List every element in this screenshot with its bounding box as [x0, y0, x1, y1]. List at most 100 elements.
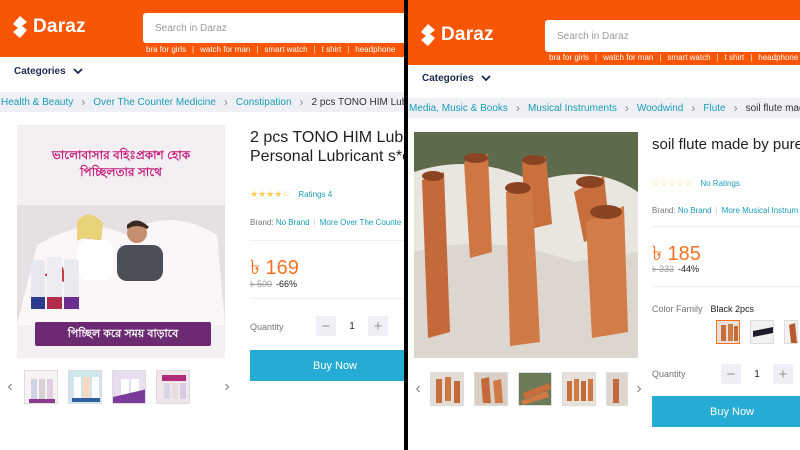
quantity-stepper: − 1 + [721, 364, 793, 384]
daraz-logo-icon [13, 16, 27, 38]
site-header: Daraz Search in Daraz bra for girls | wat… [408, 0, 800, 65]
product-main-image[interactable]: ভালোবাসার বহিঃপ্রকাশ হোক পিচ্ছিলতার সাথে… [17, 125, 225, 358]
divider: | [659, 53, 662, 62]
suggestion-link[interactable]: smart watch [261, 45, 310, 54]
divider: | [595, 53, 598, 62]
thumbnail-image [431, 373, 463, 405]
more-from-category-link[interactable]: More Musical Instrum [722, 206, 798, 215]
thumbnail-image [69, 371, 101, 403]
thumbnail-image [563, 373, 595, 405]
divider: | [313, 218, 316, 227]
daraz-logo[interactable]: Daraz [12, 16, 86, 38]
quantity-label: Quantity [652, 369, 686, 379]
search-input[interactable]: Search in Daraz [545, 20, 800, 52]
thumbnail[interactable] [24, 370, 58, 404]
product-title: 2 pcs TONO HIM Lubri Personal Lubricant … [250, 128, 404, 166]
brand-row: Brand: No Brand | More Over The Counte [250, 218, 401, 227]
decrease-quantity-button[interactable]: − [316, 316, 336, 336]
original-price-row: ৳ 333 -44% [652, 262, 699, 277]
breadcrumb-link[interactable]: Woodwind [637, 103, 684, 114]
thumbnail[interactable] [68, 370, 102, 404]
breadcrumb-link[interactable]: Flute [703, 103, 725, 114]
product-main-image[interactable] [414, 132, 638, 358]
arrow-right-icon[interactable]: › [633, 380, 645, 398]
thumbnail-image [475, 373, 507, 405]
suggestion-link[interactable]: headphone [755, 53, 800, 62]
brand-link[interactable]: No Brand [678, 206, 712, 215]
increase-quantity-button[interactable]: + [368, 316, 388, 336]
breadcrumb-link[interactable]: Health & Beauty [1, 97, 73, 108]
daraz-logo[interactable]: Daraz [420, 24, 494, 46]
thumbnail-strip: ‹ › [4, 370, 233, 404]
divider: | [192, 45, 195, 54]
suggestion-link[interactable]: watch for man [197, 45, 253, 54]
categories-menu[interactable]: Categories [14, 66, 83, 77]
suggestion-link[interactable]: t shirt [319, 45, 345, 54]
product-photo-illustration [414, 132, 638, 358]
buy-now-button[interactable]: Buy Now [652, 396, 800, 427]
search-placeholder: Search in Daraz [557, 30, 629, 42]
suggestion-link[interactable]: t shirt [722, 53, 748, 62]
title-line: 2 pcs TONO HIM Lubri [250, 129, 404, 146]
logo-text: Daraz [441, 24, 494, 45]
search-suggestions: bra for girls | watch for man | smart watc… [546, 53, 800, 62]
thumbnail[interactable] [430, 372, 464, 406]
color-family-label: Color Family [652, 304, 703, 314]
suggestion-link[interactable]: headphone [352, 45, 398, 54]
star-rating-icon: ★★★★☆ [250, 189, 291, 199]
thumbnail-image [25, 371, 57, 403]
arrow-left-icon[interactable]: ‹ [4, 378, 16, 396]
suggestion-link[interactable]: watch for man [600, 53, 656, 62]
thumbnail[interactable] [156, 370, 190, 404]
color-swatches [716, 320, 800, 344]
categories-label: Categories [14, 66, 66, 77]
divider: | [750, 53, 753, 62]
swatch-image [751, 321, 773, 343]
chevron-right-icon: › [733, 101, 738, 115]
breadcrumb-link[interactable]: Over The Counter Medicine [93, 97, 216, 108]
categories-menu[interactable]: Categories [422, 73, 491, 84]
more-from-category-link[interactable]: More Over The Counte [320, 218, 402, 227]
color-swatch[interactable] [750, 320, 774, 344]
left-product-page: Daraz Search in Daraz bra for girls | wat… [0, 0, 404, 450]
color-swatch[interactable] [716, 320, 740, 344]
increase-quantity-button[interactable]: + [773, 364, 793, 384]
divider: | [716, 53, 719, 62]
chevron-right-icon: › [515, 101, 520, 115]
color-family-row: Color Family Black 2pcs [652, 304, 754, 314]
ratings-link[interactable]: No Ratings [700, 179, 740, 188]
discount-badge: -44% [678, 264, 700, 274]
thumbnail[interactable] [112, 370, 146, 404]
divider: | [715, 206, 718, 215]
decrease-quantity-button[interactable]: − [721, 364, 741, 384]
quantity-value[interactable]: 1 [741, 369, 773, 380]
divider [652, 286, 800, 287]
original-price: ৳ 500 [250, 279, 272, 289]
suggestion-link[interactable]: bra for girls [546, 53, 592, 62]
breadcrumb-link[interactable]: Media, Music & Books [409, 103, 508, 114]
breadcrumb-link[interactable]: Constipation [236, 97, 292, 108]
right-product-page: Daraz Search in Daraz bra for girls | wat… [408, 0, 800, 450]
breadcrumb-link[interactable]: Musical Instruments [528, 103, 617, 114]
brand-row: Brand: No Brand | More Musical Instrum [652, 206, 798, 215]
arrow-left-icon[interactable]: ‹ [412, 380, 424, 398]
arrow-right-icon[interactable]: › [221, 378, 233, 396]
suggestion-link[interactable]: bra for girls [143, 45, 189, 54]
search-input[interactable]: Search in Daraz [143, 13, 404, 43]
thumbnail[interactable] [518, 372, 552, 406]
chevron-right-icon: › [299, 95, 304, 109]
thumbnail[interactable] [606, 372, 628, 406]
thumbnail[interactable] [474, 372, 508, 406]
thumbnail[interactable] [562, 372, 596, 406]
color-swatch[interactable] [784, 320, 798, 344]
ratings-link[interactable]: Ratings 4 [298, 190, 332, 199]
rating-row: ☆☆☆☆☆ No Ratings [652, 178, 740, 189]
quantity-value[interactable]: 1 [336, 321, 368, 332]
image-caption-line: পিচ্ছিলতার সাথে [80, 165, 162, 179]
divider: | [347, 45, 350, 54]
brand-link[interactable]: No Brand [276, 218, 310, 227]
buy-now-button[interactable]: Buy Now [250, 350, 404, 381]
search-suggestions: bra for girls | watch for man | smart watc… [143, 45, 398, 54]
suggestion-link[interactable]: smart watch [664, 53, 713, 62]
divider: | [313, 45, 316, 54]
